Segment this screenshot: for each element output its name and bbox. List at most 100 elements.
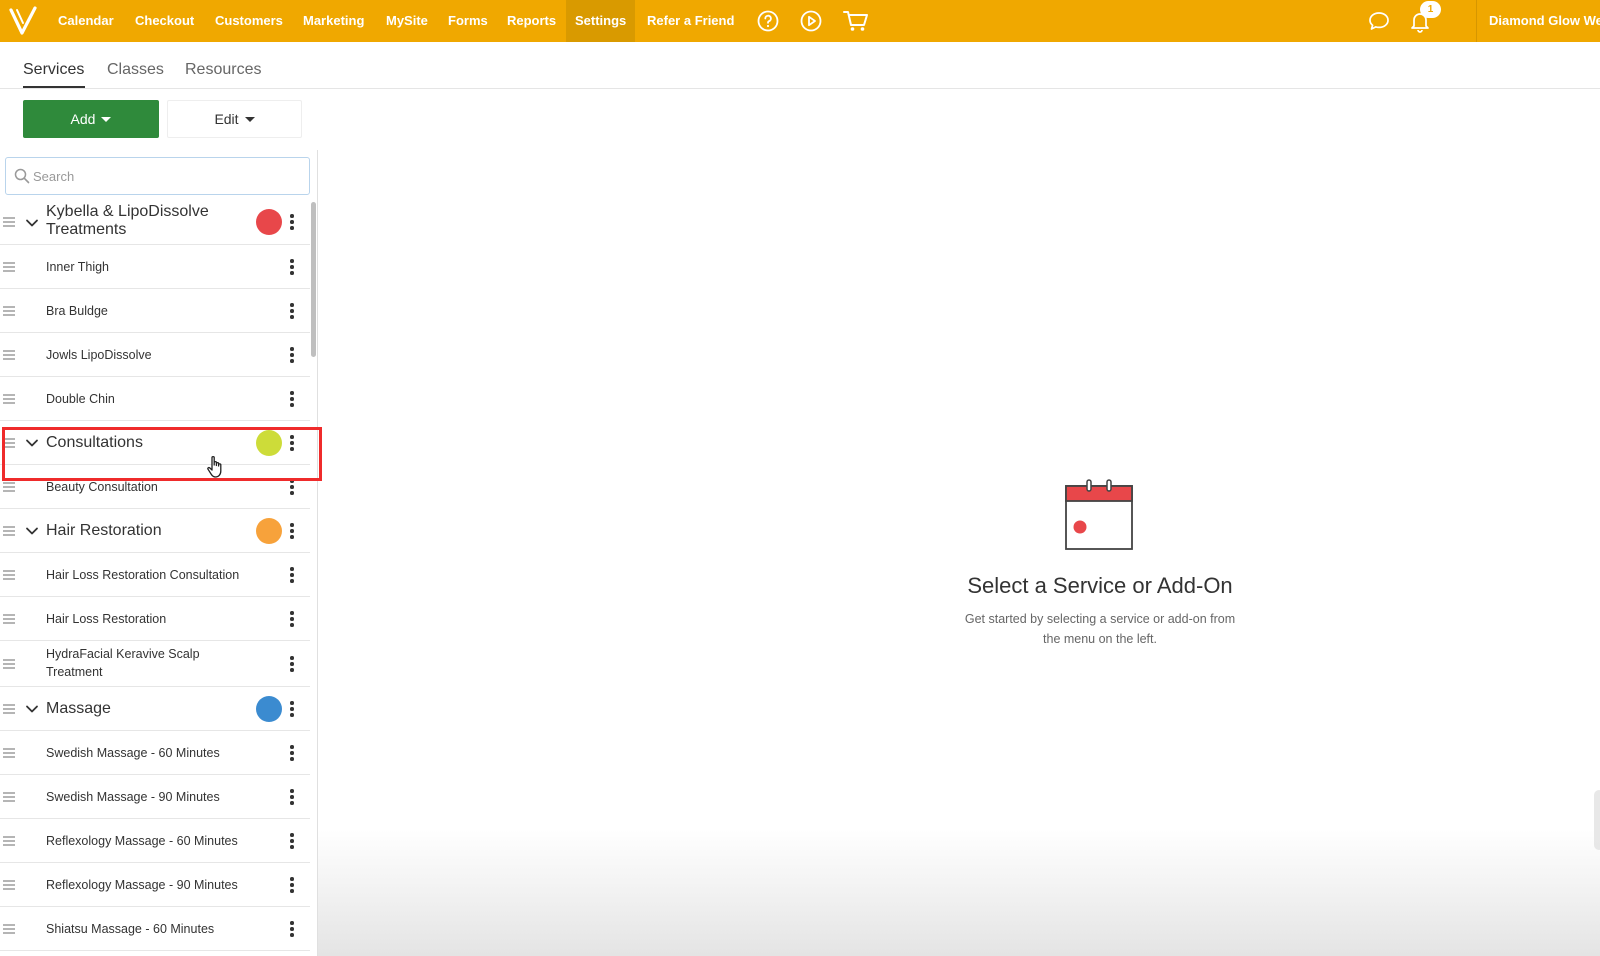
drag-handle-icon[interactable]	[3, 614, 15, 624]
drag-handle-icon[interactable]	[3, 880, 15, 890]
nav-refer-a-friend[interactable]: Refer a Friend	[647, 0, 734, 42]
more-options-icon[interactable]	[290, 479, 294, 495]
nav-checkout[interactable]: Checkout	[135, 0, 194, 42]
service-row[interactable]: Jowls LipoDissolve	[0, 333, 310, 377]
empty-state-title: Select a Service or Add-On	[967, 573, 1233, 598]
service-row[interactable]: Swedish Massage - 60 Minutes	[0, 731, 310, 775]
service-row[interactable]: Hair Loss Restoration	[0, 597, 310, 641]
category-label: Massage	[46, 700, 111, 717]
cart-icon[interactable]	[843, 9, 869, 33]
more-options-icon[interactable]	[290, 877, 294, 893]
service-row[interactable]: Reflexology Massage - 60 Minutes	[0, 819, 310, 863]
category-color-dot[interactable]	[256, 518, 282, 544]
more-options-icon[interactable]	[290, 567, 294, 583]
service-label: HydraFacial Keravive Scalp Treatment	[46, 647, 200, 679]
add-button[interactable]: Add	[23, 100, 159, 138]
more-options-icon[interactable]	[290, 303, 294, 319]
drag-handle-icon[interactable]	[3, 350, 15, 360]
chevron-down-icon[interactable]	[25, 216, 39, 230]
service-label: Swedish Massage - 90 Minutes	[46, 790, 220, 804]
drag-handle-icon[interactable]	[3, 748, 15, 758]
nav-mysite[interactable]: MySite	[386, 0, 428, 42]
chevron-down-icon[interactable]	[25, 524, 39, 538]
drag-handle-icon[interactable]	[3, 482, 15, 492]
service-label: Hair Loss Restoration Consultation	[46, 568, 240, 582]
category-color-dot[interactable]	[256, 209, 282, 235]
nav-settings[interactable]: Settings	[566, 0, 636, 42]
service-row[interactable]: Shiatsu Massage - 60 Minutes	[0, 907, 310, 951]
search-box[interactable]	[5, 157, 310, 195]
edit-button[interactable]: Edit	[167, 100, 302, 138]
category-row-hair-restoration[interactable]: Hair Restoration	[0, 509, 310, 553]
service-row[interactable]: HydraFacial Keravive Scalp Treatment	[0, 641, 310, 687]
more-options-icon[interactable]	[290, 391, 294, 407]
tab-services[interactable]: Services	[23, 61, 84, 79]
more-options-icon[interactable]	[290, 347, 294, 363]
service-row[interactable]: Double Chin	[0, 377, 310, 421]
drag-handle-icon[interactable]	[3, 262, 15, 272]
service-label: Bra Buldge	[46, 304, 108, 318]
service-label: Shiatsu Massage - 60 Minutes	[46, 922, 215, 936]
nav-calendar[interactable]: Calendar	[58, 0, 114, 42]
list-scrollbar-thumb[interactable]	[311, 202, 316, 357]
more-options-icon[interactable]	[290, 701, 294, 717]
drag-handle-icon[interactable]	[3, 836, 15, 846]
selection-highlight	[2, 427, 322, 481]
service-label: Double Chin	[46, 392, 115, 406]
edit-button-label: Edit	[214, 111, 239, 127]
more-options-icon[interactable]	[290, 745, 294, 761]
calendar-illustration-icon	[1065, 479, 1133, 550]
category-label: Hair Restoration	[46, 522, 162, 539]
services-panel: Kybella & LipoDissolve Treatments Inner …	[0, 150, 318, 956]
nav-reports[interactable]: Reports	[507, 0, 556, 42]
service-row[interactable]: Swedish Massage - 90 Minutes	[0, 775, 310, 819]
tab-resources[interactable]: Resources	[185, 61, 261, 79]
chevron-down-icon[interactable]	[25, 702, 39, 716]
service-row[interactable]: Hair Loss Restoration Consultation	[0, 553, 310, 597]
service-label: Reflexology Massage - 90 Minutes	[46, 878, 238, 892]
drag-handle-icon[interactable]	[3, 526, 15, 536]
search-icon	[14, 168, 30, 184]
nav-forms[interactable]: Forms	[448, 0, 488, 42]
drag-handle-icon[interactable]	[3, 704, 15, 714]
service-label: Inner Thigh	[46, 260, 110, 274]
help-icon[interactable]	[756, 9, 780, 33]
drag-handle-icon[interactable]	[3, 570, 15, 580]
drag-handle-icon[interactable]	[3, 792, 15, 802]
bottom-fade-overlay	[318, 830, 1600, 956]
caret-down-icon	[244, 116, 255, 122]
more-options-icon[interactable]	[290, 656, 294, 672]
more-options-icon[interactable]	[290, 833, 294, 849]
tab-classes[interactable]: Classes	[107, 61, 164, 79]
category-row-kybella[interactable]: Kybella & LipoDissolve Treatments	[0, 200, 310, 245]
side-panel-handle[interactable]	[1594, 790, 1600, 850]
drag-handle-icon[interactable]	[3, 394, 15, 404]
more-options-icon[interactable]	[290, 523, 294, 539]
drag-handle-icon[interactable]	[3, 924, 15, 934]
nav-marketing[interactable]: Marketing	[303, 0, 364, 42]
nav-divider	[1476, 0, 1477, 42]
drag-handle-icon[interactable]	[3, 306, 15, 316]
vagaro-logo-icon[interactable]	[8, 5, 38, 37]
service-label: Swedish Massage - 60 Minutes	[46, 746, 220, 760]
service-label: Reflexology Massage - 60 Minutes	[46, 834, 238, 848]
drag-handle-icon[interactable]	[3, 217, 15, 227]
play-icon[interactable]	[799, 9, 823, 33]
search-input[interactable]	[33, 162, 303, 190]
more-options-icon[interactable]	[290, 259, 294, 275]
more-options-icon[interactable]	[290, 611, 294, 627]
service-row[interactable]: Bra Buldge	[0, 289, 310, 333]
category-row-massage[interactable]: Massage	[0, 687, 310, 731]
tabs-divider	[0, 88, 1600, 89]
drag-handle-icon[interactable]	[3, 659, 15, 669]
category-color-dot[interactable]	[256, 696, 282, 722]
service-row[interactable]: Reflexology Massage - 90 Minutes	[0, 863, 310, 907]
more-options-icon[interactable]	[290, 789, 294, 805]
empty-state-subtitle: Get started by selecting a service or ad…	[964, 612, 1236, 646]
account-name[interactable]: Diamond Glow We	[1489, 0, 1600, 42]
more-options-icon[interactable]	[290, 921, 294, 937]
more-options-icon[interactable]	[290, 214, 294, 230]
service-row[interactable]: Inner Thigh	[0, 245, 310, 289]
nav-customers[interactable]: Customers	[215, 0, 283, 42]
chat-icon[interactable]	[1367, 9, 1391, 33]
